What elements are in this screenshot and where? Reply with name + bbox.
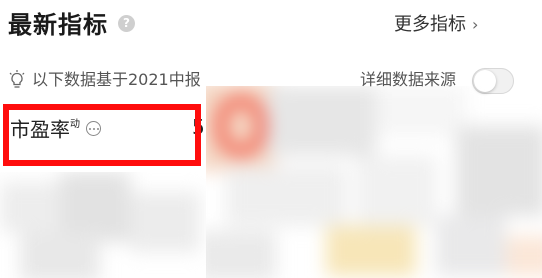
section-title: 最新指标	[8, 11, 108, 39]
chevron-right-icon: ›	[472, 15, 479, 34]
more-indicators-label: 更多指标	[394, 14, 466, 35]
blurred-content-area	[206, 86, 542, 278]
help-icon[interactable]: ?	[118, 15, 135, 32]
more-indicators-link[interactable]: 更多指标 ›	[394, 10, 478, 40]
lightbulb-icon	[9, 70, 25, 88]
data-basis-note: 以下数据基于2021中报	[32, 70, 201, 89]
blurred-content-area-left	[0, 172, 206, 278]
highlight-box	[3, 104, 201, 166]
